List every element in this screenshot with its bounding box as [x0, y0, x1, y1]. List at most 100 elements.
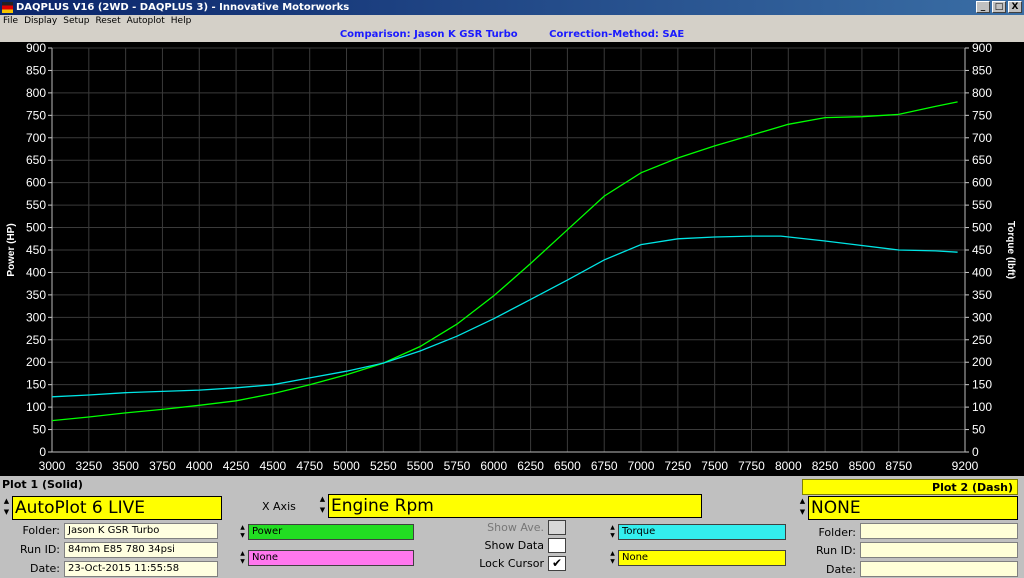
maximize-button[interactable]: □ — [992, 1, 1006, 13]
y-tick-label-right: 250 — [972, 333, 992, 347]
menu-autoplot[interactable]: Autoplot — [124, 15, 168, 28]
app-flag-icon — [2, 2, 13, 13]
x-tick-label: 5000 — [333, 459, 360, 473]
x-tick-label: 6500 — [554, 459, 581, 473]
plot2-date-field[interactable] — [860, 561, 1018, 577]
window-titlebar: DAQPLUS V16 (2WD - DAQPLUS 3) - Innovati… — [0, 0, 1024, 15]
y-tick-label-right: 800 — [972, 86, 992, 100]
plot1-date-field[interactable]: 23-Oct-2015 11:55:58 — [64, 561, 218, 577]
plot1-runid-label: Run ID: — [19, 543, 60, 556]
menu-file[interactable]: File — [0, 15, 21, 28]
plot1-spinner[interactable]: ▲ ▼ — [2, 496, 11, 518]
plot1-date-label: Date: — [30, 562, 60, 575]
x-tick-label: 8000 — [775, 459, 802, 473]
plot2-channel1-select[interactable]: Torque — [618, 524, 786, 540]
y-tick-label-right: 450 — [972, 243, 992, 257]
y-tick-label-right: 50 — [972, 423, 986, 437]
menu-display[interactable]: Display — [21, 15, 60, 28]
y-tick-label-left: 700 — [26, 131, 46, 145]
close-button[interactable]: X — [1008, 1, 1022, 13]
y-tick-label-left: 800 — [26, 86, 46, 100]
y-tick-label-left: 600 — [26, 176, 46, 190]
comparison-text: Comparison: Jason K GSR Turbo — [339, 29, 518, 40]
y-tick-label-right: 150 — [972, 378, 992, 392]
plot2-folder-label: Folder: — [818, 526, 856, 539]
menu-setup[interactable]: Setup — [60, 15, 92, 28]
plot1-label: Plot 1 (Solid) — [2, 478, 83, 491]
x-tick-label: 4250 — [223, 459, 250, 473]
x-tick-label: 3250 — [75, 459, 102, 473]
y-tick-label-left: 550 — [26, 198, 46, 212]
plot1-channel1-spinner[interactable]: ▲ ▼ — [238, 524, 247, 540]
plot2-channel2-spinner[interactable]: ▲ ▼ — [608, 550, 617, 566]
menu-reset[interactable]: Reset — [92, 15, 123, 28]
plot2-name-field[interactable]: NONE — [808, 496, 1018, 520]
x-tick-label: 4000 — [186, 459, 213, 473]
control-panel: Plot 1 (Solid) ▲ ▼ AutoPlot 6 LIVE Folder… — [0, 476, 1024, 578]
plot1-channel1-select[interactable]: Power — [248, 524, 414, 540]
y-tick-label-left: 350 — [26, 288, 46, 302]
y-tick-label-right: 700 — [972, 131, 992, 145]
chart-svg: 0 0 50 50 100 100 150 150 200 200 250 250 300 300 350 3… — [6, 42, 1016, 473]
y-tick-label-left: 100 — [26, 400, 46, 414]
y-tick-label-left: 250 — [26, 333, 46, 347]
y-tick-label-right: 500 — [972, 221, 992, 235]
x-tick-label: 7000 — [628, 459, 655, 473]
x-tick-label: 5750 — [444, 459, 471, 473]
x-tick-label: 9200 — [952, 459, 979, 473]
y-tick-label-right: 100 — [972, 400, 992, 414]
plot1-folder-field[interactable]: Jason K GSR Turbo — [64, 523, 218, 539]
plot2-folder-field[interactable] — [860, 523, 1018, 539]
plot1-folder-label: Folder: — [22, 524, 60, 537]
y-tick-label-left: 150 — [26, 378, 46, 392]
plot1-runid-field[interactable]: 84mm E85 780 34psi — [64, 542, 218, 558]
lock-cursor-checkbox[interactable]: ✔ — [548, 556, 566, 571]
show-data-label: Show Data — [484, 539, 544, 552]
y-tick-label-left: 300 — [26, 310, 46, 324]
xaxis-select[interactable]: Engine Rpm — [328, 494, 702, 518]
y-tick-label-right: 550 — [972, 198, 992, 212]
plot1-name-field[interactable]: AutoPlot 6 LIVE — [12, 496, 222, 520]
y-tick-label-left: 650 — [26, 153, 46, 167]
y-tick-label-right: 350 — [972, 288, 992, 302]
y-tick-label-left: 400 — [26, 265, 46, 279]
y-tick-label-right: 400 — [972, 265, 992, 279]
y-tick-label-right: 850 — [972, 63, 992, 77]
xaxis-spinner[interactable]: ▲ ▼ — [318, 494, 327, 516]
y-tick-label-left: 900 — [26, 42, 46, 55]
x-tick-label: 7750 — [738, 459, 765, 473]
y-tick-label-left: 0 — [39, 445, 46, 459]
y-tick-label-left: 450 — [26, 243, 46, 257]
menu-help[interactable]: Help — [168, 15, 195, 28]
window-title: DAQPLUS V16 (2WD - DAQPLUS 3) - Innovati… — [16, 2, 350, 13]
y-tick-label-right: 200 — [972, 355, 992, 369]
dyno-chart[interactable]: 0 0 50 50 100 100 150 150 200 200 250 250 300 300 350 3… — [0, 42, 1024, 476]
window-controls: _ □ X — [976, 1, 1022, 13]
y-tick-label-right: 650 — [972, 153, 992, 167]
x-tick-label: 4750 — [296, 459, 323, 473]
xaxis-label: X Axis — [262, 500, 296, 513]
series-line-torque — [51, 235, 958, 398]
plot2-channel2-select[interactable]: None — [618, 550, 786, 566]
minimize-button[interactable]: _ — [976, 1, 990, 13]
x-tick-label: 3500 — [112, 459, 139, 473]
x-tick-label: 5250 — [370, 459, 397, 473]
correction-method-text: Correction-Method: SAE — [549, 29, 685, 40]
x-tick-label: 7500 — [701, 459, 728, 473]
y-axis-title-right: Torque (lbft) — [1005, 221, 1016, 279]
plot1-channel2-select[interactable]: None — [248, 550, 414, 566]
plot2-channel1-spinner[interactable]: ▲ ▼ — [608, 524, 617, 540]
comparison-header: Comparison: Jason K GSR Turbo Correction… — [0, 28, 1024, 42]
series-line-power — [51, 101, 958, 422]
x-tick-label: 7250 — [664, 459, 691, 473]
y-tick-label-left: 200 — [26, 355, 46, 369]
y-tick-label-right: 300 — [972, 310, 992, 324]
plot2-runid-label: Run ID: — [815, 544, 856, 557]
y-tick-label-right: 750 — [972, 108, 992, 122]
show-ave-checkbox[interactable] — [548, 520, 566, 535]
show-data-checkbox[interactable] — [548, 538, 566, 553]
plot2-spinner[interactable]: ▲ ▼ — [798, 496, 807, 518]
y-tick-label-left: 500 — [26, 221, 46, 235]
plot1-channel2-spinner[interactable]: ▲ ▼ — [238, 550, 247, 566]
plot2-runid-field[interactable] — [860, 542, 1018, 558]
